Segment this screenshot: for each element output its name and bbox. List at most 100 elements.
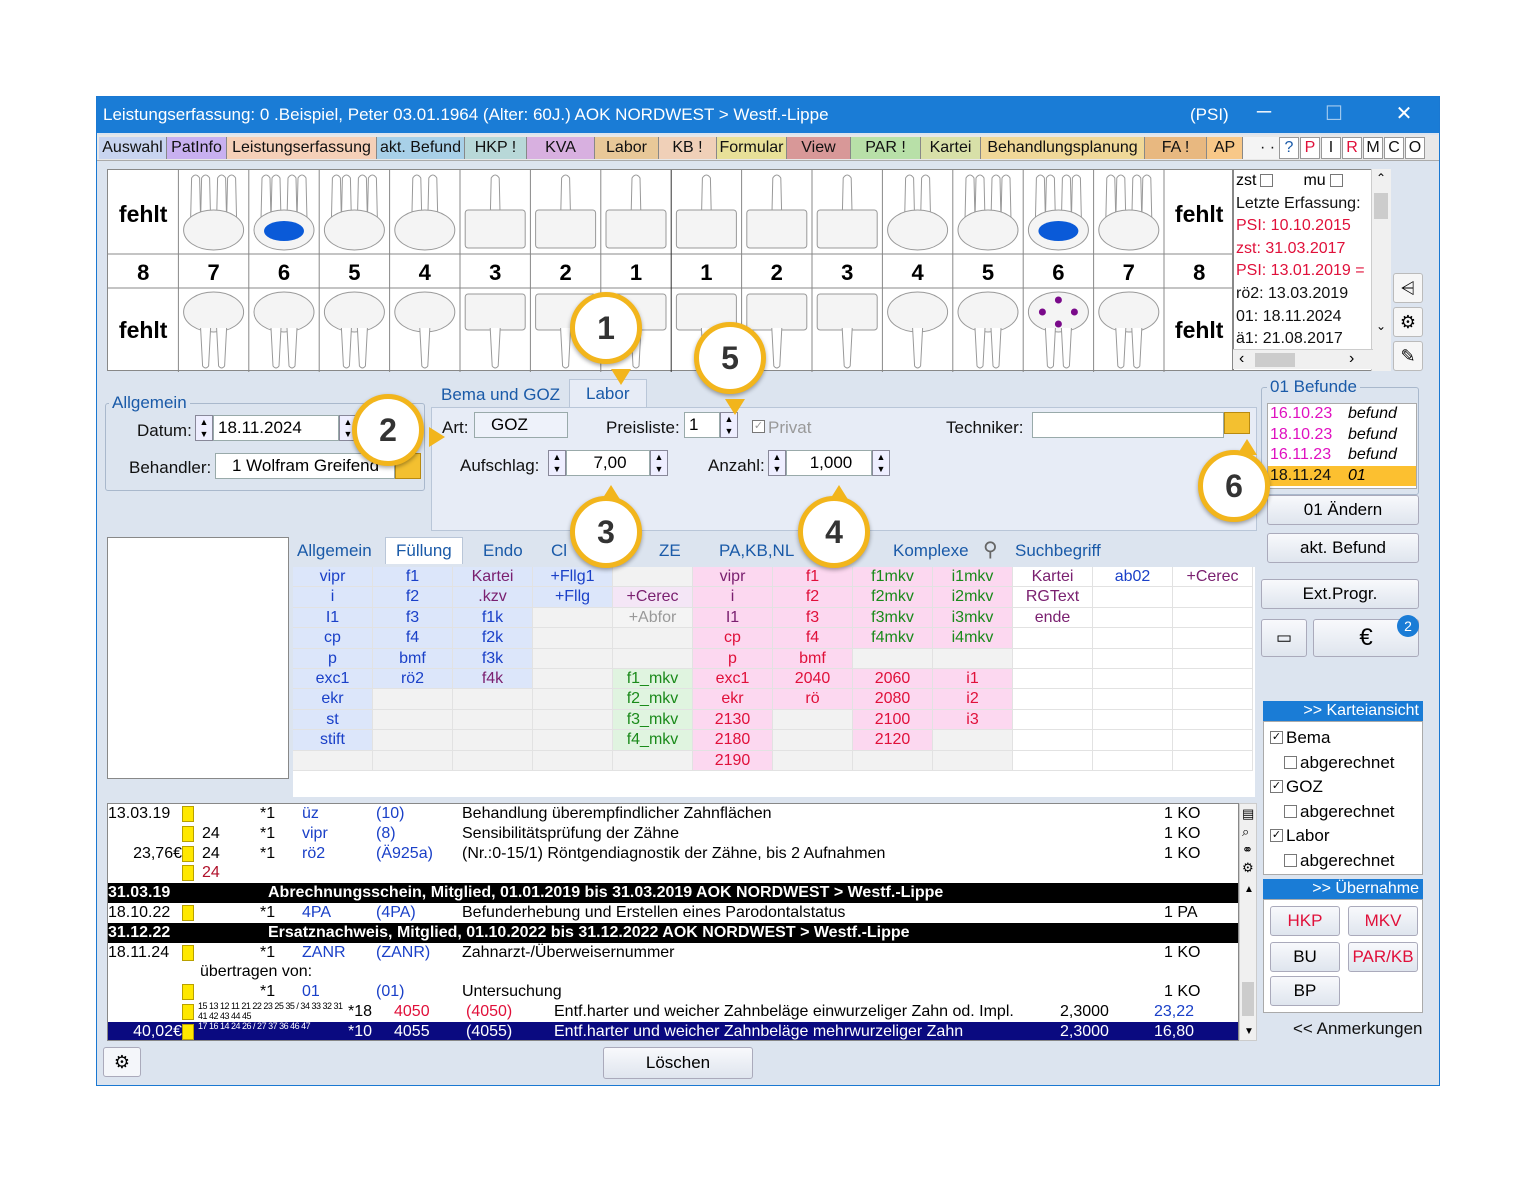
service-cell[interactable]: +Cerec [1173, 567, 1253, 588]
minimize-button[interactable]: ─ [1249, 101, 1279, 124]
quick-button-m[interactable]: M [1363, 137, 1383, 159]
befund-item[interactable]: 18.10.23 befund [1268, 425, 1416, 446]
service-row[interactable]: 18.11.24 *1 ZANR (ZANR) Zahnarzt-/Überweiser… [108, 943, 1238, 963]
list-icon[interactable]: ▤ [1242, 806, 1254, 822]
service-cell[interactable]: I1 [693, 607, 773, 629]
service-cell[interactable]: ekr [693, 689, 773, 710]
service-cell[interactable]: RGText [1013, 587, 1093, 608]
service-cell[interactable]: p [293, 648, 373, 669]
tab-patinfo[interactable]: PatInfo [167, 137, 227, 159]
karteiansicht-header[interactable]: >> Karteiansicht [1263, 701, 1423, 721]
service-cell[interactable]: vipr [693, 567, 773, 588]
note-marker-icon[interactable] [182, 944, 194, 961]
service-cell[interactable]: f4_mkv [613, 730, 693, 751]
brush-icon[interactable]: ✎ [1393, 341, 1423, 371]
upper-tooth[interactable] [183, 174, 245, 251]
service-cell[interactable]: Kartei [1013, 567, 1093, 588]
kartei-checkbox[interactable]: ✓ [1270, 829, 1283, 842]
uebernahme-hkp-button[interactable]: HKP [1270, 906, 1340, 936]
upper-tooth[interactable] [605, 174, 667, 249]
befund-item[interactable]: 18.11.24 01 [1268, 465, 1416, 486]
service-cell[interactable]: ekr [293, 689, 373, 710]
service-cell[interactable]: +Cerec [613, 587, 693, 608]
befund-item[interactable]: 16.11.23 befund [1268, 445, 1416, 466]
kartei-checkbox[interactable] [1284, 853, 1297, 867]
service-row[interactable]: 15 13 12 11 21 22 23 25 35 / 34 33 32 31… [108, 1001, 1238, 1022]
notes-box[interactable] [107, 537, 289, 779]
upper-tooth[interactable] [535, 174, 597, 249]
service-tab-cl[interactable]: Cl [551, 541, 567, 561]
lower-tooth[interactable] [323, 291, 385, 369]
quick-button-o[interactable]: O [1405, 137, 1425, 159]
tab-labor[interactable]: Labor [595, 137, 659, 159]
tab-ap[interactable]: AP [1207, 137, 1243, 159]
upper-tooth[interactable] [464, 174, 526, 249]
lower-tooth[interactable] [887, 291, 949, 369]
lower-tooth[interactable] [183, 291, 245, 369]
service-row[interactable]: übertragen von: [108, 962, 1238, 982]
lower-tooth[interactable] [253, 291, 315, 369]
tab-hkp-[interactable]: HKP ! [465, 137, 527, 159]
service-cell[interactable]: f4 [773, 628, 853, 649]
lower-tooth[interactable] [957, 291, 1019, 369]
service-cell[interactable]: i [293, 587, 373, 608]
datum-input[interactable]: 18.11.2024 [213, 415, 339, 441]
service-cell[interactable]: f2k [453, 628, 533, 649]
search-icon[interactable]: ⌕ [1242, 824, 1249, 840]
service-cell[interactable]: stift [293, 730, 373, 751]
note-marker-icon[interactable] [182, 845, 194, 862]
datum-spinner[interactable]: ▲ ▼ [195, 415, 213, 441]
anzahl-input[interactable]: 1,000 [786, 450, 872, 476]
service-cell[interactable]: i [693, 587, 773, 608]
tooth-missing-label[interactable]: fehlt [1175, 201, 1224, 227]
tooth-missing-label[interactable]: fehlt [119, 201, 168, 227]
tab-auswahl[interactable]: Auswahl [99, 137, 167, 159]
binoculars-icon[interactable]: ⚭ [1242, 842, 1253, 858]
loeschen-button[interactable]: Löschen [603, 1047, 753, 1079]
quick-button-help[interactable]: ? [1279, 137, 1299, 159]
magnifier-icon[interactable]: ⚲ [983, 537, 998, 562]
gear-icon[interactable]: ⚙ [1393, 307, 1423, 337]
log-scrollbar[interactable]: ⌃ ⌄ [1371, 169, 1391, 371]
service-cell[interactable]: f1_mkv [613, 669, 693, 690]
service-cell[interactable]: i3 [933, 709, 1013, 731]
service-cell[interactable]: f4 [373, 628, 453, 649]
tooth-missing-label[interactable]: fehlt [119, 317, 168, 343]
service-cell[interactable]: +Fllg1 [533, 567, 613, 588]
service-cell[interactable]: f2 [373, 587, 453, 608]
tab-view[interactable]: View [787, 137, 851, 159]
tab-formular[interactable]: Formular [717, 137, 787, 159]
service-cell[interactable]: i3mkv [933, 607, 1013, 629]
service-cell[interactable]: +Abfor [613, 607, 693, 629]
service-row[interactable]: *1 01 (01) Untersuchung 1 KO [108, 982, 1238, 1002]
aufschlag-spinner-left[interactable]: ▲ ▼ [548, 450, 566, 476]
kartei-checkbox[interactable] [1284, 804, 1297, 818]
service-tab-allgemein[interactable]: Allgemein [297, 541, 372, 561]
service-cell[interactable]: f3mkv [853, 607, 933, 629]
service-cell[interactable]: 2100 [853, 709, 933, 731]
service-tab-f-llung[interactable]: Füllung [385, 537, 463, 564]
service-cell[interactable]: ab02 [1093, 567, 1173, 588]
tab-kva[interactable]: KVA [527, 137, 595, 159]
service-cell[interactable]: bmf [773, 648, 853, 669]
anzahl-spinner-left[interactable]: ▲ ▼ [768, 450, 786, 476]
aufschlag-input[interactable]: 7,00 [566, 450, 650, 476]
service-cell[interactable]: p [693, 648, 773, 669]
service-cell[interactable]: i1mkv [933, 567, 1013, 588]
quick-button-i[interactable]: I [1321, 137, 1341, 159]
preisliste-input[interactable]: 1 [684, 412, 720, 438]
aufschlag-spinner-right[interactable]: ▲ ▼ [650, 450, 668, 476]
service-cell[interactable]: f3k [453, 648, 533, 669]
service-cell[interactable]: f1mkv [853, 567, 933, 588]
billing-period-row[interactable]: 31.12.22 Ersatznachweis, Mitglied, 01.10.… [108, 922, 1238, 943]
settings-gear-icon[interactable]: ⚙ [103, 1047, 141, 1077]
uebernahme-bu-button[interactable]: BU [1270, 942, 1340, 972]
service-row[interactable]: 40,02€ 17 16 14 24 26 / 27 37 36 46 47 *10… [108, 1021, 1238, 1040]
scroll-thumb[interactable] [1374, 193, 1388, 219]
upper-tooth[interactable] [746, 174, 808, 249]
service-cell[interactable]: f2mkv [853, 587, 933, 608]
tab-leistungserfassung[interactable]: Leistungserfassung [227, 137, 377, 159]
service-cell[interactable]: i1 [933, 669, 1013, 690]
lower-tooth[interactable] [464, 293, 526, 369]
uebernahme-par-kb-button[interactable]: PAR/KB [1348, 942, 1418, 972]
